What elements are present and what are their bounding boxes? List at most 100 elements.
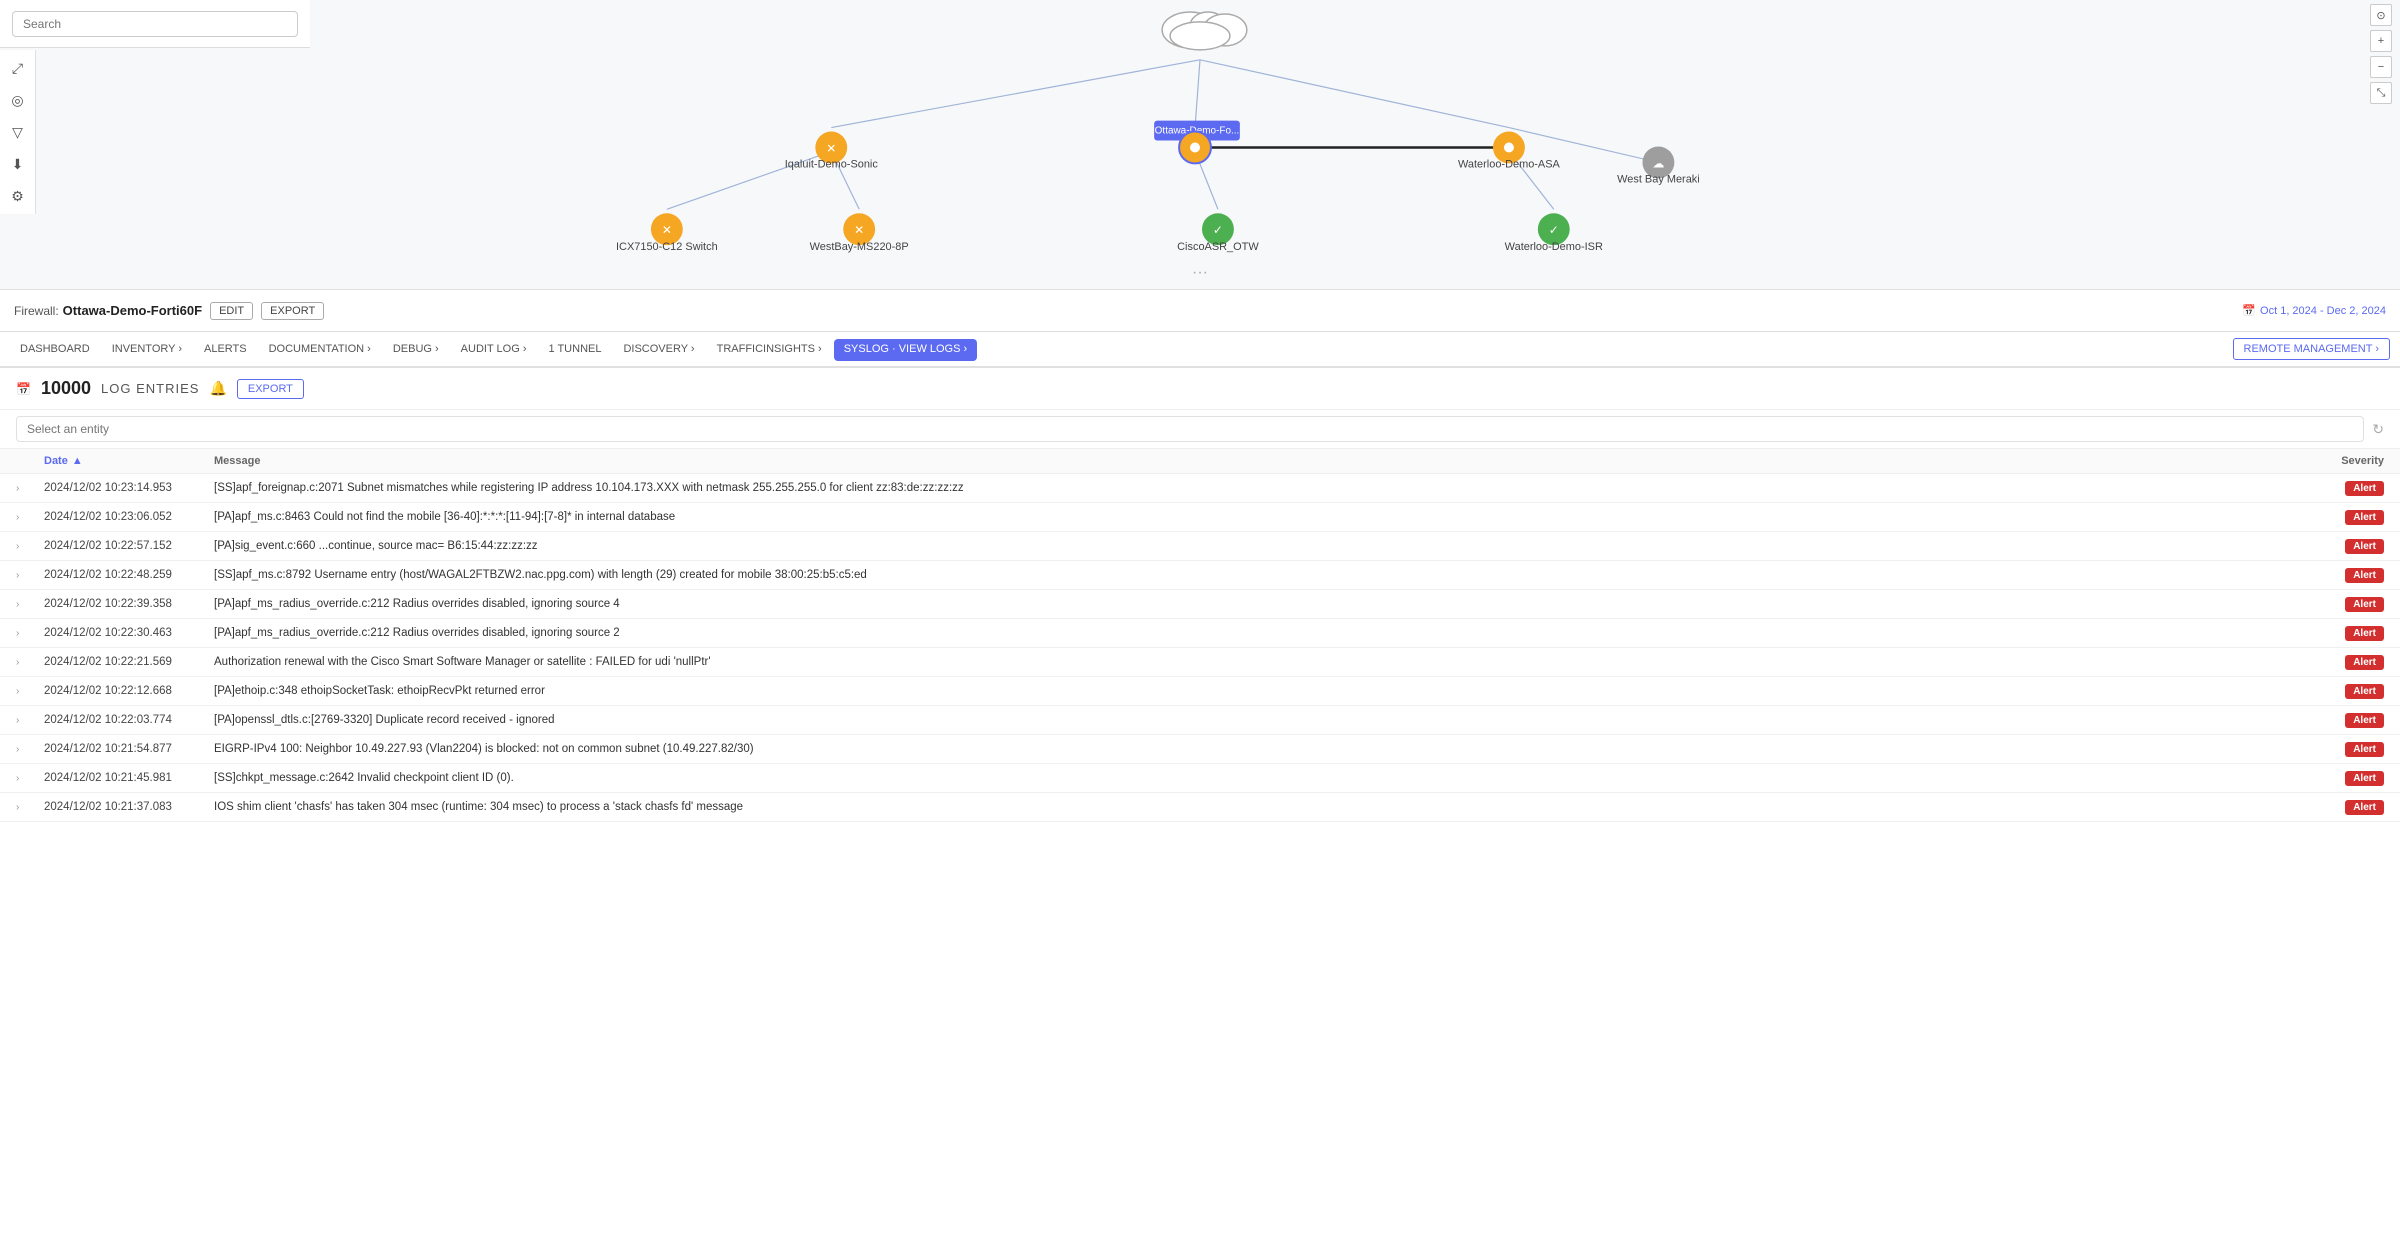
svg-text:···: ··· xyxy=(1192,264,1208,281)
severity-badge: Alert xyxy=(2345,510,2384,525)
node-icx[interactable]: ✕ ICX7150-C12 Switch xyxy=(616,213,718,253)
fullscreen-icon[interactable]: ⊙ xyxy=(2370,4,2392,26)
sort-icon: ▲ xyxy=(72,455,83,467)
search-input[interactable] xyxy=(12,11,298,37)
remote-management-button[interactable]: REMOTE MANAGEMENT › xyxy=(2233,338,2390,360)
log-date: 2024/12/02 10:21:54.877 xyxy=(44,743,214,755)
table-row[interactable]: › 2024/12/02 10:22:12.668 [PA]ethoip.c:3… xyxy=(0,677,2400,706)
expand-arrow[interactable]: › xyxy=(16,744,44,755)
filter-icon[interactable]: ▽ xyxy=(8,122,28,142)
table-row[interactable]: › 2024/12/02 10:23:14.953 [SS]apf_foreig… xyxy=(0,474,2400,503)
refresh-icon[interactable]: ↻ xyxy=(2372,421,2384,438)
log-message: [SS]apf_ms.c:8792 Username entry (host/W… xyxy=(214,569,2294,581)
target-icon[interactable]: ◎ xyxy=(8,90,28,110)
tab-debug[interactable]: DEBUG › xyxy=(383,335,449,365)
firewall-name: Ottawa-Demo-Forti60F xyxy=(63,303,202,318)
expand-arrow[interactable]: › xyxy=(16,802,44,813)
col-header-date[interactable]: Date ▲ xyxy=(44,455,214,467)
export-log-button[interactable]: EXPORT xyxy=(237,379,304,399)
tab-audit-log[interactable]: AUDIT LOG › xyxy=(451,335,537,365)
entity-filter-input[interactable] xyxy=(16,416,2364,442)
severity-badge: Alert xyxy=(2345,481,2384,496)
table-row[interactable]: › 2024/12/02 10:21:45.981 [SS]chkpt_mess… xyxy=(0,764,2400,793)
bell-icon: 🔔 xyxy=(209,380,226,397)
severity-badge: Alert xyxy=(2345,684,2384,699)
top-right-controls: ⊙ + − ⤡ xyxy=(2370,4,2392,104)
settings-icon[interactable]: ⚙ xyxy=(8,186,28,206)
tab-syslog[interactable]: SYSLOG · VIEW LOGS › xyxy=(834,339,977,361)
zoom-out-icon[interactable]: − xyxy=(2370,56,2392,78)
svg-text:☁: ☁ xyxy=(1652,156,1664,170)
severity-badge: Alert xyxy=(2345,597,2384,612)
export-firewall-button[interactable]: EXPORT xyxy=(261,302,324,320)
expand-arrow[interactable]: › xyxy=(16,628,44,639)
expand-arrow[interactable]: › xyxy=(16,657,44,668)
table-row[interactable]: › 2024/12/02 10:22:48.259 [SS]apf_ms.c:8… xyxy=(0,561,2400,590)
expand-arrow[interactable]: › xyxy=(16,512,44,523)
table-row[interactable]: › 2024/12/02 10:22:30.463 [PA]apf_ms_rad… xyxy=(0,619,2400,648)
cursor-icon[interactable]: ⤢ xyxy=(8,58,28,78)
cloud-node[interactable] xyxy=(1162,12,1247,50)
expand-arrow[interactable]: › xyxy=(16,570,44,581)
severity-badge: Alert xyxy=(2345,626,2384,641)
log-message: [PA]apf_ms.c:8463 Could not find the mob… xyxy=(214,511,2294,523)
calendar-icon: 📅 xyxy=(2242,304,2256,317)
expand-arrow[interactable]: › xyxy=(16,686,44,697)
tab-documentation[interactable]: DOCUMENTATION › xyxy=(259,335,381,365)
node-westbay-ms[interactable]: ✕ WestBay-MS220-8P xyxy=(810,213,909,253)
table-row[interactable]: › 2024/12/02 10:21:37.083 IOS shim clien… xyxy=(0,793,2400,822)
tab-inventory[interactable]: INVENTORY › xyxy=(102,335,192,365)
node-cisco-asr[interactable]: ✓ CiscoASR_OTW xyxy=(1177,213,1259,253)
firewall-header: Firewall: Ottawa-Demo-Forti60F EDIT EXPO… xyxy=(0,290,2400,332)
severity-badge: Alert xyxy=(2345,539,2384,554)
svg-text:✓: ✓ xyxy=(1213,223,1223,237)
log-message: [PA]ethoip.c:348 ethoipSocketTask: ethoi… xyxy=(214,685,2294,697)
col-header-severity: Severity xyxy=(2294,455,2384,467)
table-row[interactable]: › 2024/12/02 10:22:21.569 Authorization … xyxy=(0,648,2400,677)
svg-text:✕: ✕ xyxy=(826,141,836,155)
svg-text:✕: ✕ xyxy=(854,223,864,237)
severity-badge: Alert xyxy=(2345,742,2384,757)
table-row[interactable]: › 2024/12/02 10:22:03.774 [PA]openssl_dt… xyxy=(0,706,2400,735)
severity-badge: Alert xyxy=(2345,771,2384,786)
tab-alerts[interactable]: ALERTS xyxy=(194,335,257,365)
log-date: 2024/12/02 10:22:48.259 xyxy=(44,569,214,581)
log-message: [SS]chkpt_message.c:2642 Invalid checkpo… xyxy=(214,772,2294,784)
table-row[interactable]: › 2024/12/02 10:22:57.152 [PA]sig_event.… xyxy=(0,532,2400,561)
tab-tunnel[interactable]: 1 TUNNEL xyxy=(538,335,611,365)
edit-button[interactable]: EDIT xyxy=(210,302,253,320)
log-message: [PA]apf_ms_radius_override.c:212 Radius … xyxy=(214,627,2294,639)
table-row[interactable]: › 2024/12/02 10:23:06.052 [PA]apf_ms.c:8… xyxy=(0,503,2400,532)
expand-arrow[interactable]: › xyxy=(16,599,44,610)
expand-arrow[interactable]: › xyxy=(16,715,44,726)
log-date: 2024/12/02 10:21:45.981 xyxy=(44,772,214,784)
log-message: EIGRP-IPv4 100: Neighbor 10.49.227.93 (V… xyxy=(214,743,2294,755)
firewall-label: Firewall: xyxy=(14,304,59,318)
expand-icon[interactable]: ⤡ xyxy=(2370,82,2392,104)
severity-badge: Alert xyxy=(2345,655,2384,670)
log-message: [PA]sig_event.c:660 ...continue, source … xyxy=(214,540,2294,552)
expand-arrow[interactable]: › xyxy=(16,483,44,494)
table-row[interactable]: › 2024/12/02 10:22:39.358 [PA]apf_ms_rad… xyxy=(0,590,2400,619)
severity-badge: Alert xyxy=(2345,800,2384,815)
log-section: 📅 10000 LOG ENTRIES 🔔 EXPORT ↻ Date ▲ Me… xyxy=(0,368,2400,1256)
log-date: 2024/12/02 10:23:14.953 xyxy=(44,482,214,494)
node-waterloo-isr[interactable]: ✓ Waterloo-Demo-ISR xyxy=(1505,213,1603,253)
svg-text:Waterloo-Demo-ISR: Waterloo-Demo-ISR xyxy=(1505,241,1603,253)
zoom-in-icon[interactable]: + xyxy=(2370,30,2392,52)
table-row[interactable]: › 2024/12/02 10:21:54.877 EIGRP-IPv4 100… xyxy=(0,735,2400,764)
download-icon[interactable]: ⬇ xyxy=(8,154,28,174)
tab-discovery[interactable]: DISCOVERY › xyxy=(613,335,704,365)
tab-trafficinsights[interactable]: TRAFFICINSIGHTS › xyxy=(707,335,832,365)
tab-dashboard[interactable]: DASHBOARD xyxy=(10,335,100,365)
col-header-message: Message xyxy=(214,455,2294,467)
svg-text:ICX7150-C12 Switch: ICX7150-C12 Switch xyxy=(616,241,718,253)
node-westbay-meraki[interactable]: ☁ West Bay Meraki xyxy=(1617,146,1700,185)
node-ottawa[interactable]: Ottawa-Demo-Fo... xyxy=(1154,121,1240,164)
expand-arrow[interactable]: › xyxy=(16,773,44,784)
svg-text:CiscoASR_OTW: CiscoASR_OTW xyxy=(1177,241,1259,253)
expand-arrow[interactable]: › xyxy=(16,541,44,552)
node-waterloo-asa[interactable]: Waterloo-Demo-ASA xyxy=(1458,132,1561,171)
node-iqaluit[interactable]: ✕ Iqaluit-Demo-Sonic xyxy=(785,132,879,171)
log-date: 2024/12/02 10:22:12.668 xyxy=(44,685,214,697)
